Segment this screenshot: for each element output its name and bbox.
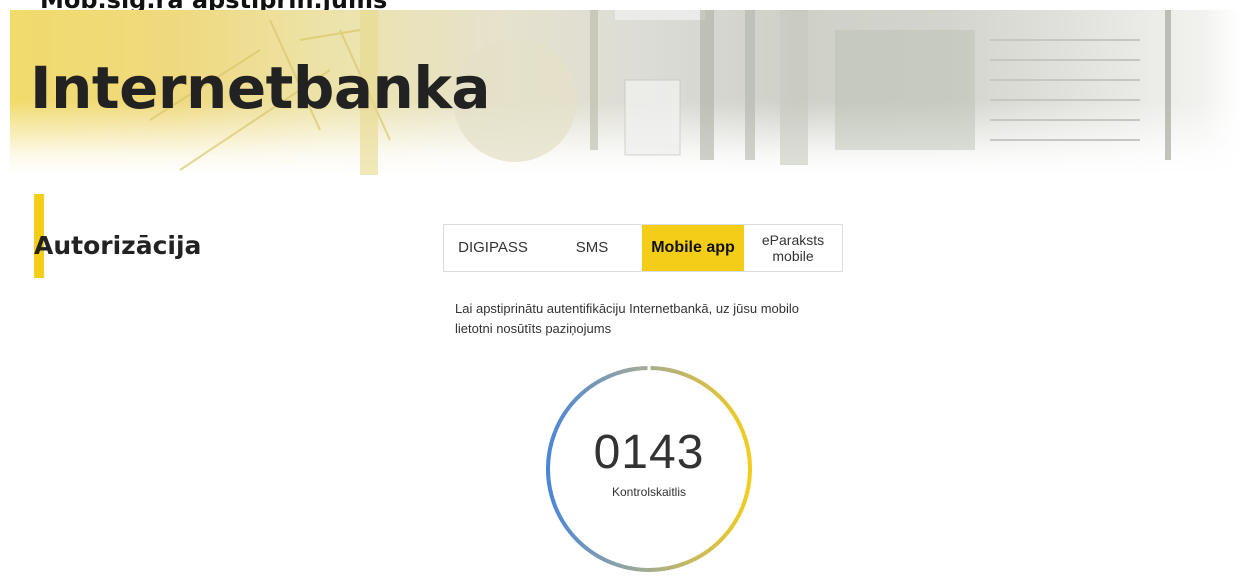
hero-title: Internetbanka (30, 54, 491, 122)
tab-sms[interactable]: SMS (542, 225, 642, 271)
hero-banner: Internetbanka (0, 10, 1244, 175)
auth-method-tabs: DIGIPASS SMS Mobile app eParaksts mobile (443, 224, 843, 272)
hero-left-edge (0, 10, 10, 175)
verification-code-label: Kontrolskaitlis (611, 485, 687, 499)
section-title: Autorizācija (34, 231, 202, 260)
tab-eparaksts-mobile[interactable]: eParaksts mobile (744, 225, 842, 271)
tab-mobile-app[interactable]: Mobile app (642, 225, 744, 271)
hero-right-edge (1204, 10, 1244, 175)
authentication-info-text: Lai apstiprinātu autentifikāciju Interne… (455, 301, 799, 336)
verification-code: 0143 (593, 426, 705, 479)
tab-digipass[interactable]: DIGIPASS (444, 225, 542, 271)
